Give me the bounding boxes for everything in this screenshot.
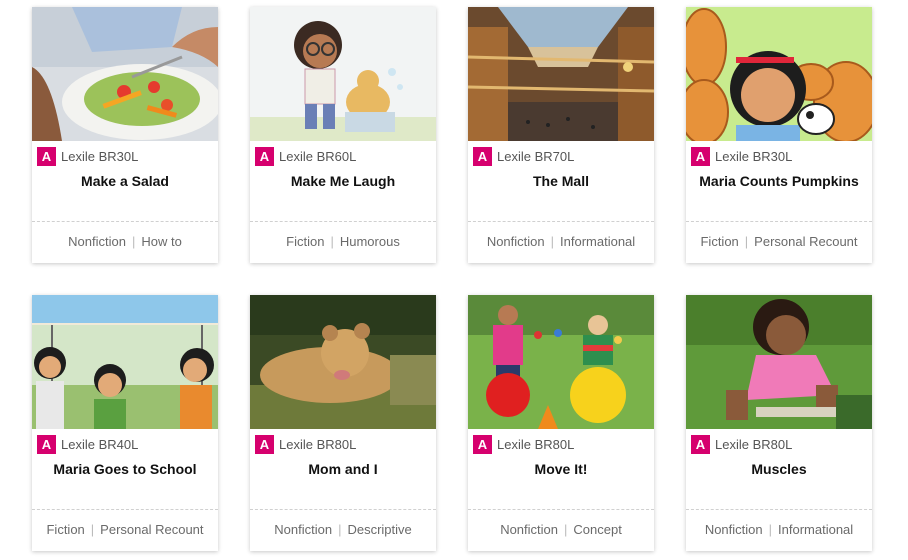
text-type-tag: Personal Recount [100, 522, 204, 537]
book-title[interactable]: Make a Salad [32, 173, 218, 189]
book-cover-image[interactable] [686, 295, 872, 429]
book-title[interactable]: Muscles [686, 461, 872, 477]
book-cover-image[interactable] [250, 7, 436, 141]
book-card-mom-and-i[interactable]: A Lexile BR80L Mom and I Nonfiction | Desc… [250, 295, 436, 551]
text-type-tag: Humorous [339, 234, 400, 249]
card-divider [468, 509, 654, 510]
genre-tag: Fiction [286, 234, 325, 249]
tag-separator: | [131, 234, 136, 249]
card-divider [32, 509, 218, 510]
level-badge: A [691, 147, 710, 166]
text-type-tag: How to [141, 234, 182, 249]
book-card-muscles[interactable]: A Lexile BR80L Muscles Nonfiction | Inform… [686, 295, 872, 551]
level-badge: A [37, 435, 56, 454]
book-title[interactable]: Maria Goes to School [32, 461, 218, 477]
lexile-level: Lexile BR80L [497, 437, 575, 452]
tag-separator: | [550, 234, 555, 249]
text-type-tag: Informational [778, 522, 854, 537]
genre-tag: Nonfiction [500, 522, 558, 537]
card-divider [250, 221, 436, 222]
text-type-tag: Concept [573, 522, 622, 537]
level-badge: A [255, 147, 274, 166]
book-cover-image[interactable] [250, 295, 436, 429]
tag-separator: | [338, 522, 342, 537]
book-card-move-it[interactable]: A Lexile BR80L Move It! Nonfiction | Conce… [468, 295, 654, 551]
book-title[interactable]: Maria Counts Pumpkins [686, 173, 872, 189]
genre-tag: Fiction [46, 522, 85, 537]
book-cover-image[interactable] [468, 295, 654, 429]
text-type-tag: Descriptive [347, 522, 412, 537]
level-badge: A [473, 147, 492, 166]
book-card-make-a-salad[interactable]: A Lexile BR30L Make a Salad Nonfiction | H… [32, 7, 218, 263]
book-title[interactable]: Move It! [468, 461, 654, 477]
card-divider [686, 509, 872, 510]
book-card-the-mall[interactable]: A Lexile BR70L The Mall Nonfiction | Infor… [468, 7, 654, 263]
book-card-maria-counts-pumpkins[interactable]: A Lexile BR30L Maria Counts Pumpkins Fic… [686, 7, 872, 263]
tag-separator: | [90, 522, 95, 537]
text-type-tag: Personal Recount [754, 234, 858, 249]
card-divider [468, 221, 654, 222]
book-title[interactable]: Mom and I [250, 461, 436, 477]
genre-tag: Nonfiction [68, 234, 126, 249]
genre-tag: Nonfiction [704, 522, 763, 537]
lexile-level: Lexile BR30L [715, 149, 793, 164]
genre-tag: Fiction [700, 234, 739, 249]
genre-tag: Nonfiction [274, 522, 333, 537]
book-cover-image[interactable] [32, 7, 218, 141]
level-badge: A [37, 147, 56, 166]
lexile-level: Lexile BR70L [497, 149, 575, 164]
tag-separator: | [744, 234, 749, 249]
book-cover-image[interactable] [686, 7, 872, 141]
tag-separator: | [330, 234, 334, 249]
lexile-level: Lexile BR80L [279, 437, 357, 452]
book-cover-image[interactable] [32, 295, 218, 429]
book-card-make-me-laugh[interactable]: A Lexile BR60L Make Me Laugh Fiction | Hum… [250, 7, 436, 263]
level-badge: A [473, 435, 492, 454]
book-title[interactable]: Make Me Laugh [250, 173, 436, 189]
level-badge: A [255, 435, 274, 454]
book-title[interactable]: The Mall [468, 173, 654, 189]
level-badge: A [691, 435, 710, 454]
lexile-level: Lexile BR80L [715, 437, 793, 452]
lexile-level: Lexile BR30L [61, 149, 139, 164]
lexile-level: Lexile BR60L [279, 149, 357, 164]
genre-tag: Nonfiction [486, 234, 545, 249]
tag-separator: | [564, 522, 568, 537]
card-divider [32, 221, 218, 222]
book-cover-image[interactable] [468, 7, 654, 141]
card-divider [686, 221, 872, 222]
card-divider [250, 509, 436, 510]
lexile-level: Lexile BR40L [61, 437, 139, 452]
tag-separator: | [768, 522, 773, 537]
book-card-maria-goes-to-school[interactable]: A Lexile BR40L Maria Goes to School Fict… [32, 295, 218, 551]
text-type-tag: Informational [560, 234, 636, 249]
